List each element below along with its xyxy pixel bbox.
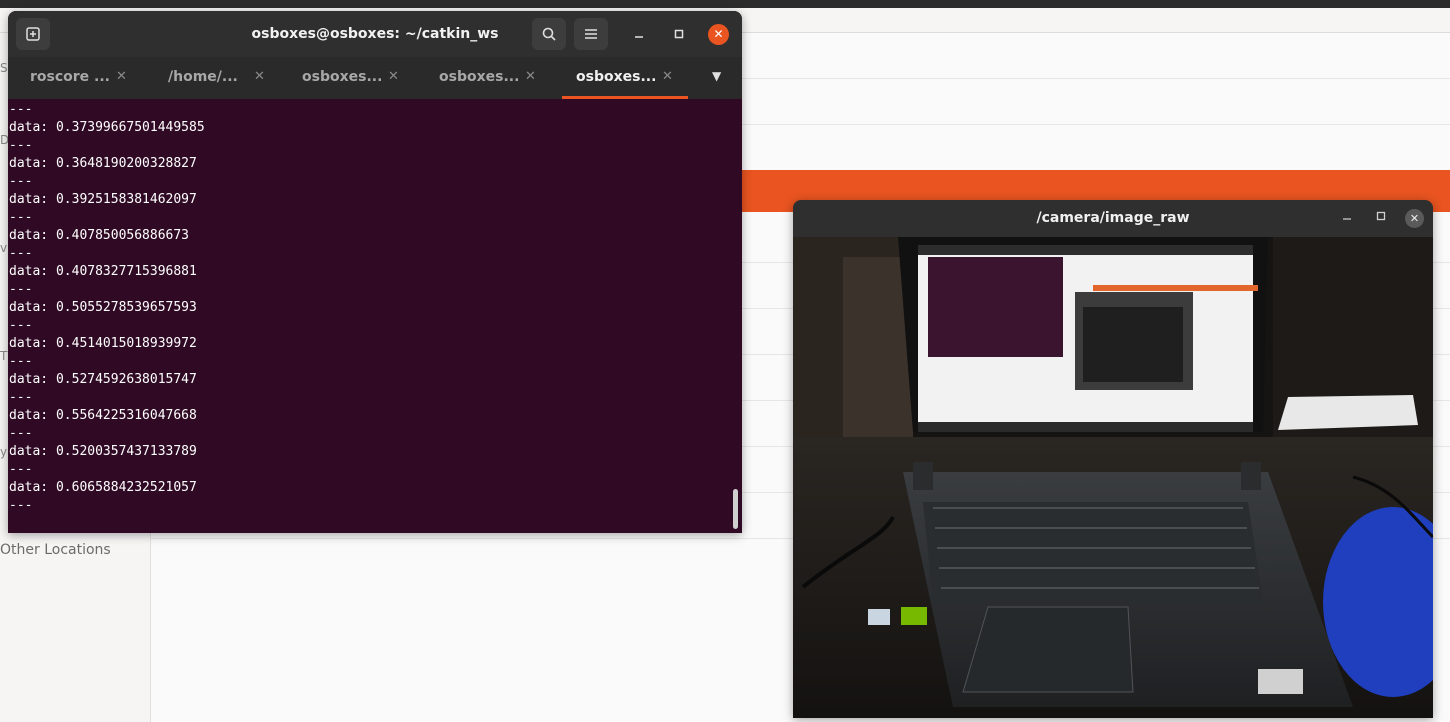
sidebar-fragment: S <box>0 61 8 75</box>
terminal-line: --- <box>9 138 33 153</box>
terminal-line: data: 0.407850056886673 <box>9 228 190 243</box>
search-icon <box>542 27 556 41</box>
tab-label: osboxes... <box>439 69 520 85</box>
tab-label: roscore ... <box>30 69 111 85</box>
terminal-titlebar[interactable]: osboxes@osboxes: ~/catkin_ws ✕ <box>8 11 742 57</box>
tab-home[interactable]: /home/... ✕ <box>146 57 282 99</box>
terminal-line: data: 0.4514015018939972 <box>9 336 197 351</box>
terminal-window[interactable]: osboxes@osboxes: ~/catkin_ws ✕ roscore .… <box>8 11 742 533</box>
tab-osboxes-1[interactable]: osboxes... ✕ <box>280 57 416 99</box>
terminal-tab-bar: roscore ... ✕ /home/... ✕ osboxes... ✕ o… <box>8 57 742 99</box>
terminal-line: --- <box>9 246 33 261</box>
chevron-down-icon: ▼ <box>712 69 722 83</box>
top-bar <box>0 0 1450 8</box>
tab-close-icon[interactable]: ✕ <box>116 57 127 97</box>
terminal-line: --- <box>9 102 33 117</box>
camera-window-title: /camera/image_raw <box>1036 210 1190 226</box>
terminal-line: --- <box>9 426 33 441</box>
maximize-icon <box>674 29 684 39</box>
terminal-line: data: 0.5200357437133789 <box>9 444 197 459</box>
terminal-line: --- <box>9 390 33 405</box>
maximize-button[interactable] <box>669 25 689 45</box>
minimize-button[interactable] <box>629 25 649 45</box>
camera-frame-illustration <box>793 237 1433 718</box>
tab-roscore[interactable]: roscore ... ✕ <box>8 57 144 99</box>
minimize-icon <box>635 36 643 38</box>
tab-label: osboxes... <box>576 69 657 85</box>
camera-minimize-button[interactable] <box>1338 209 1356 227</box>
terminal-line: data: 0.4078327715396881 <box>9 264 197 279</box>
sidebar-item-other-locations[interactable]: Other Locations <box>0 542 111 558</box>
terminal-line: data: 0.3925158381462097 <box>9 192 197 207</box>
camera-maximize-button[interactable] <box>1372 209 1390 227</box>
sidebar-fragment: y <box>0 445 8 459</box>
menu-button[interactable] <box>574 18 608 50</box>
tab-close-icon[interactable]: ✕ <box>254 57 265 97</box>
tabs-dropdown-button[interactable]: ▼ <box>712 69 721 83</box>
terminal-line: --- <box>9 462 33 477</box>
tab-osboxes-active[interactable]: osboxes... ✕ <box>562 57 698 99</box>
tab-close-icon[interactable]: ✕ <box>662 57 673 97</box>
sidebar-fragment: T <box>0 349 8 363</box>
minimize-icon <box>1343 218 1351 220</box>
terminal-line: data: 0.6065884232521057 <box>9 480 197 495</box>
camera-close-button[interactable]: ✕ <box>1405 209 1424 228</box>
close-button[interactable]: ✕ <box>708 24 729 45</box>
close-icon: ✕ <box>713 27 724 41</box>
terminal-line: --- <box>9 210 33 225</box>
terminal-line: data: 0.37399667501449585 <box>9 120 205 135</box>
sidebar-fragment: v <box>0 241 8 255</box>
terminal-scrollbar[interactable] <box>733 489 738 529</box>
tab-label: osboxes... <box>302 69 383 85</box>
terminal-line: --- <box>9 282 33 297</box>
maximize-icon <box>1376 211 1386 221</box>
tab-close-icon[interactable]: ✕ <box>525 57 536 97</box>
close-icon: ✕ <box>1409 212 1420 225</box>
hamburger-menu-icon <box>585 29 597 39</box>
camera-feed-image <box>793 237 1433 718</box>
terminal-output[interactable]: --- data: 0.37399667501449585 --- data: … <box>8 99 742 533</box>
terminal-line: data: 0.5055278539657593 <box>9 300 197 315</box>
terminal-line: --- <box>9 354 33 369</box>
terminal-line: --- <box>9 498 33 513</box>
tab-osboxes-2[interactable]: osboxes... ✕ <box>417 57 553 99</box>
terminal-line: data: 0.5274592638015747 <box>9 372 197 387</box>
camera-image-window[interactable]: /camera/image_raw ✕ <box>793 200 1433 718</box>
search-button[interactable] <box>532 18 566 50</box>
tab-label: /home/... <box>168 69 238 85</box>
tab-close-icon[interactable]: ✕ <box>388 57 399 97</box>
terminal-line: data: 0.5564225316047668 <box>9 408 197 423</box>
terminal-line: --- <box>9 318 33 333</box>
terminal-line: --- <box>9 174 33 189</box>
terminal-line: data: 0.3648190200328827 <box>9 156 197 171</box>
